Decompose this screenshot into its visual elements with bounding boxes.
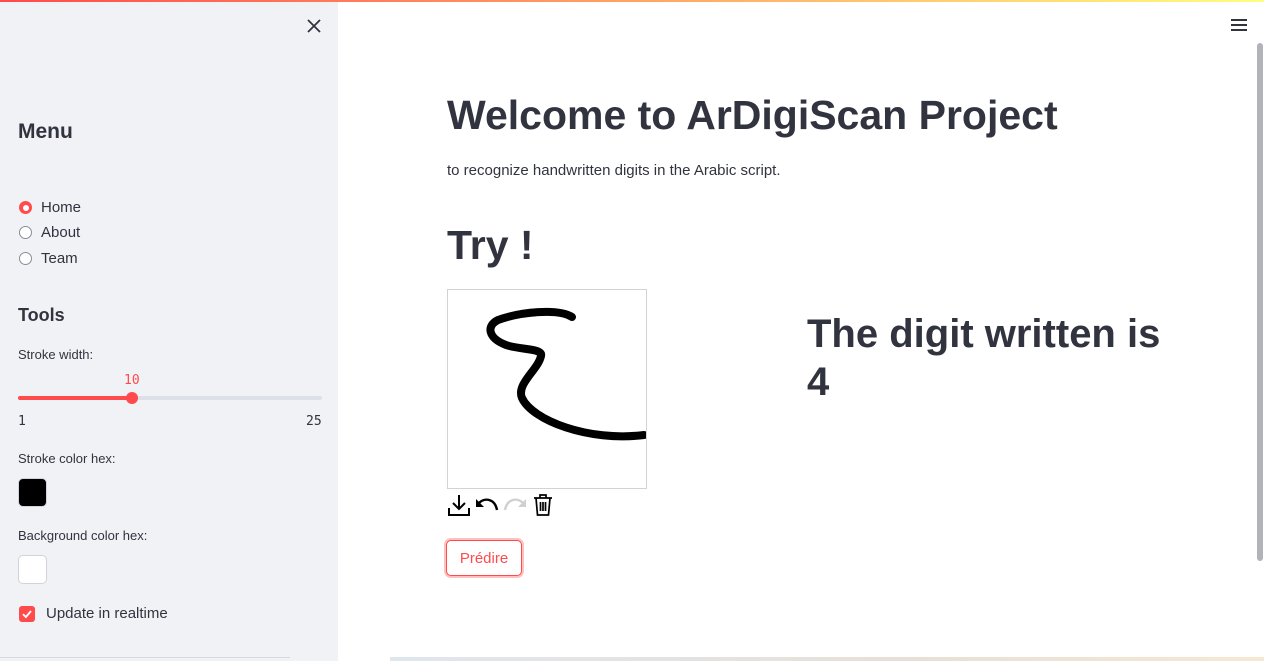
stroke-width-label: Stroke width:	[18, 347, 94, 362]
stroke-width-slider[interactable]	[18, 392, 322, 404]
hamburger-icon[interactable]	[1231, 16, 1251, 34]
realtime-checkbox-row[interactable]: Update in realtime	[19, 605, 168, 622]
radio-home[interactable]: Home	[19, 199, 81, 216]
stroke-color-picker[interactable]	[18, 478, 47, 507]
drawing-canvas[interactable]	[447, 289, 648, 489]
slider-min: 1	[18, 414, 26, 429]
predict-button[interactable]: Prédire	[446, 540, 522, 576]
handwritten-stroke	[486, 307, 648, 441]
slider-thumb[interactable]	[126, 392, 138, 404]
bottom-edge-strip	[390, 657, 1264, 661]
stroke-color-label: Stroke color hex:	[18, 451, 116, 466]
menu-heading: Menu	[18, 120, 73, 143]
background-color-label: Background color hex:	[18, 528, 148, 543]
close-icon[interactable]	[303, 15, 325, 37]
radio-unselected-icon[interactable]	[19, 252, 32, 265]
undo-icon[interactable]	[475, 493, 499, 517]
slider-max: 25	[306, 414, 322, 429]
redo-icon[interactable]	[503, 493, 527, 517]
radio-team[interactable]: Team	[19, 250, 78, 267]
radio-about[interactable]: About	[19, 224, 80, 241]
stroke-width-value: 10	[124, 373, 140, 388]
page-title: Welcome to ArDigiScan Project	[447, 92, 1058, 138]
download-icon[interactable]	[447, 493, 471, 517]
slider-fill	[18, 396, 132, 400]
trash-icon[interactable]	[531, 493, 555, 517]
realtime-label: Update in realtime	[46, 605, 168, 622]
prediction-result: The digit written is 4	[807, 312, 1161, 404]
tools-heading: Tools	[18, 305, 65, 325]
background-color-picker[interactable]	[18, 555, 47, 584]
radio-label-home: Home	[41, 199, 82, 216]
scrollbar[interactable]	[1257, 43, 1263, 561]
sidebar: Menu Home About Team Tools Stroke width:…	[0, 2, 338, 661]
page-subtitle: to recognize handwritten digits in the A…	[447, 162, 781, 179]
try-heading: Try !	[447, 222, 534, 268]
radio-label-team: Team	[41, 250, 78, 267]
radio-label-about: About	[41, 224, 81, 241]
radio-selected-icon[interactable]	[19, 201, 32, 214]
radio-unselected-icon[interactable]	[19, 226, 32, 239]
checkbox-checked-icon[interactable]	[19, 605, 35, 622]
canvas-toolbar	[447, 493, 555, 517]
sidebar-divider	[0, 657, 290, 658]
